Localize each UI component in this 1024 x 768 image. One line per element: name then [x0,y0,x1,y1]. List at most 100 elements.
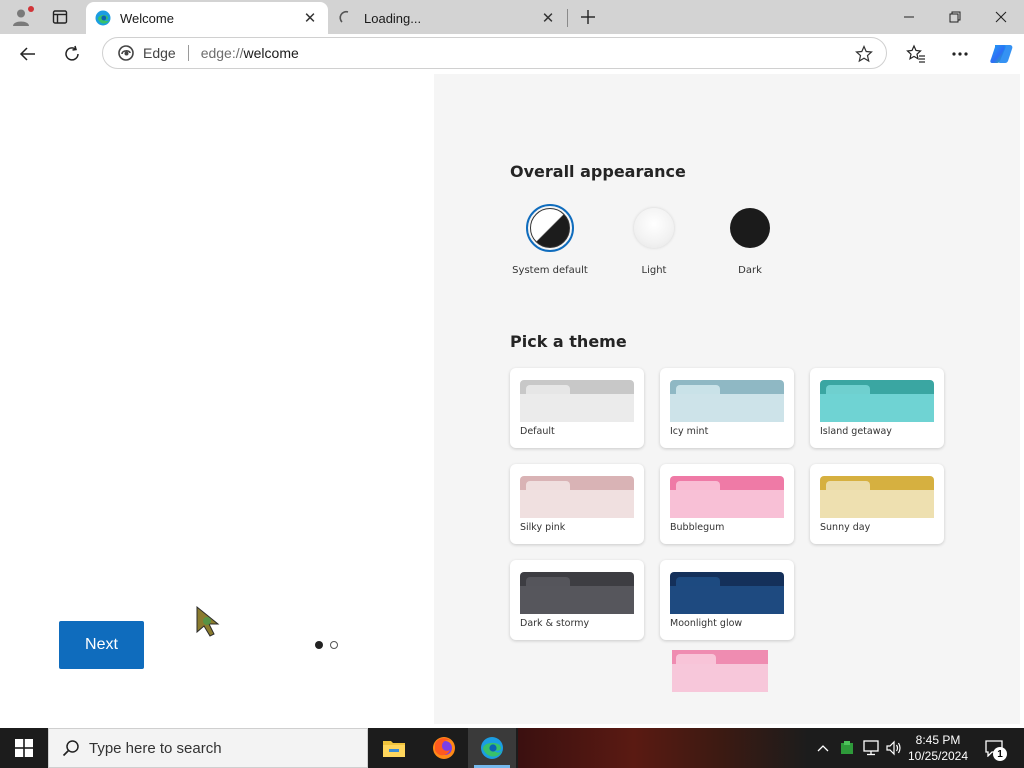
tab-actions-button[interactable] [48,5,72,29]
swatch-ring [726,204,774,252]
chevron-up-icon [817,745,829,752]
network-tray-button[interactable] [860,728,882,768]
close-icon [995,11,1007,23]
site-identity-label: Edge [143,45,176,61]
system-clock[interactable]: 8:45 PM 10/25/2024 [906,732,970,764]
page-indicator [315,641,338,649]
tab-title: Welcome [120,10,174,26]
theme-label: Default [520,426,555,437]
system-default-swatch [530,208,570,248]
light-swatch [634,208,674,248]
windows-taskbar: Type here to search 8:45 PM 10/25/2024 1 [0,728,1024,768]
back-arrow-icon [19,47,35,61]
page-dot-inactive[interactable] [330,641,338,649]
folder-icon [383,741,405,757]
show-hidden-icons-button[interactable] [812,728,834,768]
restore-button[interactable] [932,2,978,32]
theme-card[interactable]: Moonlight glow [660,560,794,640]
theme-card[interactable]: Sunny day [810,464,944,544]
file-explorer-button[interactable] [370,728,418,768]
minimize-icon [904,16,914,18]
restore-icon [949,11,961,23]
edge-icon [95,10,111,26]
page-dot-active[interactable] [315,641,323,649]
firefox-button[interactable] [420,728,468,768]
tab-separator [567,9,568,27]
edge-taskbar-button[interactable] [468,728,516,768]
speaker-icon [886,740,901,756]
refresh-icon [65,45,79,61]
appearance-option-light[interactable]: Light [614,204,694,276]
appearance-label: Dark [738,265,762,276]
close-icon[interactable]: ✕ [300,8,320,28]
theme-card[interactable]: Bubblegum [660,464,794,544]
next-button[interactable]: Next [59,621,144,669]
copilot-button[interactable] [988,40,1016,68]
more-dots-icon [952,52,968,56]
edge-icon [481,737,503,759]
tab-loading[interactable]: Loading... ✕ [330,2,566,34]
search-icon [61,738,81,758]
start-button[interactable] [0,728,48,768]
clock-date: 10/25/2024 [907,749,969,763]
theme-preview [520,476,634,518]
welcome-right-pane: Overall appearance System default Light … [434,74,1020,724]
address-bar[interactable]: Edge edge://welcome [102,37,887,69]
theme-label: Island getaway [820,426,892,437]
navigation-toolbar: Edge edge://welcome [0,34,1024,74]
favorite-star-button[interactable] [854,44,874,64]
theme-label: Silky pink [520,522,566,533]
back-button[interactable] [13,39,43,69]
favorites-button[interactable] [901,39,931,69]
theme-preview [670,476,784,518]
copilot-icon [990,45,1013,63]
profile-notification-dot [28,6,34,12]
url-text[interactable]: edge://welcome [201,45,299,61]
theme-preview [520,572,634,614]
close-icon[interactable]: ✕ [538,8,558,28]
busy-cursor-icon [196,605,220,637]
firefox-icon [433,737,455,759]
welcome-page: Next Overall appearance System default L… [0,74,1024,728]
more-menu-button[interactable] [945,39,975,69]
new-tab-button[interactable] [576,5,600,29]
address-separator [187,45,189,61]
theme-preview [670,380,784,422]
tab-welcome[interactable]: Welcome ✕ [86,2,328,34]
edge-site-icon [117,44,135,62]
security-tray-button[interactable] [836,728,858,768]
star-icon [855,45,873,63]
appearance-heading: Overall appearance [510,162,686,181]
taskbar-search-box[interactable]: Type here to search [48,728,368,768]
dark-swatch [730,208,770,248]
wallpaper-strip [518,728,808,768]
network-icon [863,740,879,756]
minimize-button[interactable] [886,2,932,32]
theme-card[interactable]: Icy mint [660,368,794,448]
close-window-button[interactable] [978,2,1024,32]
appearance-option-dark[interactable]: Dark [710,204,790,276]
appearance-label: Light [641,265,667,276]
tab-strip: Welcome ✕ Loading... ✕ [0,0,1024,34]
clock-time: 8:45 PM [915,733,961,747]
theme-label: Bubblegum [670,522,725,533]
theme-preview [520,380,634,422]
theme-card[interactable]: Island getaway [810,368,944,448]
favorites-icon [906,44,925,63]
theme-label: Moonlight glow [670,618,743,629]
volume-tray-button[interactable] [883,728,905,768]
theme-card[interactable]: Dark & stormy [510,560,644,640]
notification-count-badge: 1 [993,747,1007,761]
theme-label: Icy mint [670,426,709,437]
plus-icon [581,10,595,24]
appearance-option-system[interactable]: System default [510,204,590,276]
welcome-left-pane: Next [4,74,434,724]
tab-title: Loading... [364,10,422,26]
theme-card[interactable]: Silky pink [510,464,644,544]
theme-card[interactable]: Default [510,368,644,448]
theme-label: Sunny day [820,522,871,533]
shield-icon [841,741,853,754]
url-scheme: edge:// [200,45,244,61]
refresh-button[interactable] [57,39,87,69]
search-placeholder: Type here to search [89,739,222,757]
